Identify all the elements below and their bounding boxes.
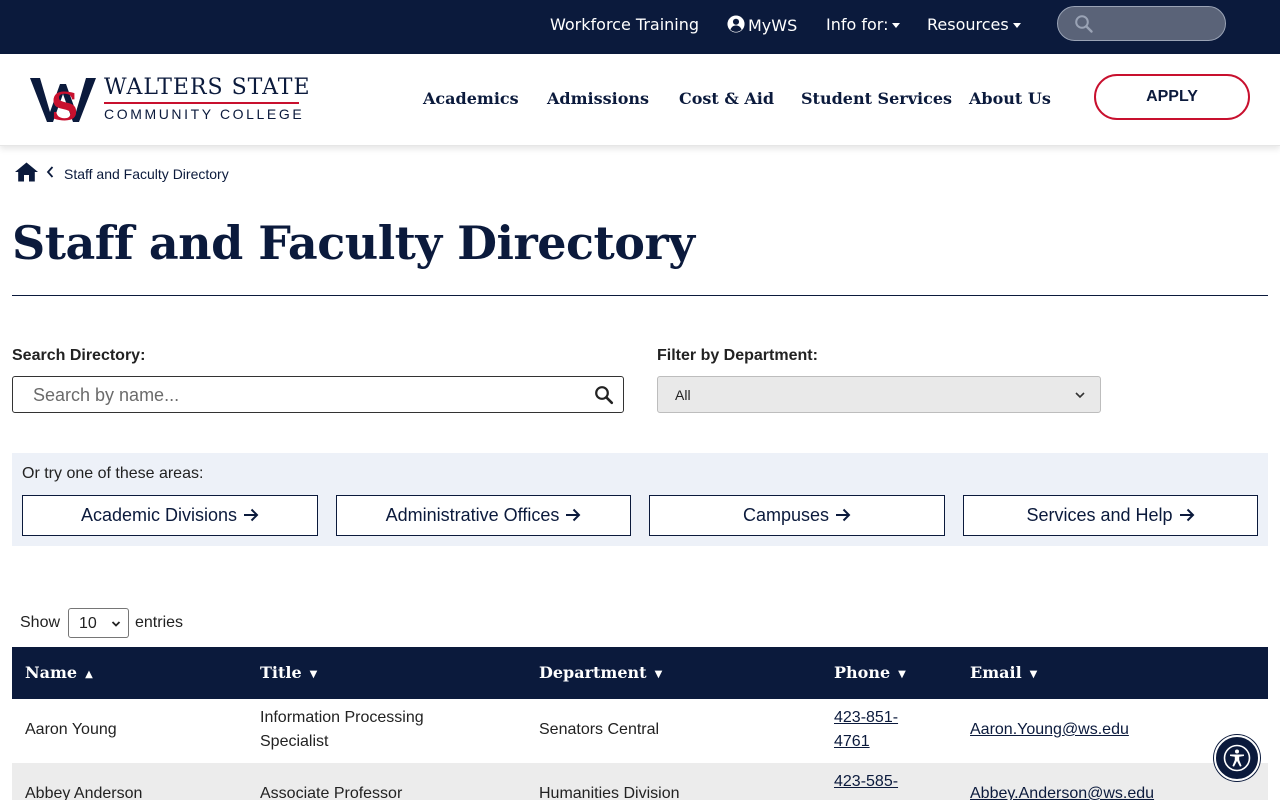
- chevron-left-icon: [46, 166, 54, 178]
- myws-link[interactable]: MyWS: [727, 15, 797, 36]
- department-select[interactable]: All: [657, 376, 1101, 413]
- academic-divisions-button[interactable]: Academic Divisions: [22, 495, 318, 536]
- cell-email-link[interactable]: Aaron.Young@ws.edu: [970, 718, 1129, 742]
- cell-department: Senators Central: [539, 721, 660, 738]
- svg-text:S: S: [51, 84, 78, 124]
- cell-title-line: Information Processing: [260, 709, 424, 726]
- academic-divisions-label: Academic Divisions: [80, 505, 238, 525]
- administrative-offices-button[interactable]: Administrative Offices: [336, 495, 631, 536]
- arrow-right-icon: [244, 508, 259, 522]
- entries-per-page-select[interactable]: 10: [68, 608, 129, 638]
- directory-table-header: Name ▲ Title ▼ Department ▼ Phone ▼ Email ▼: [12, 647, 1268, 699]
- column-header-title[interactable]: Title ▼: [260, 663, 317, 685]
- directory-search-input[interactable]: [33, 383, 573, 407]
- nav-about-us[interactable]: About Us: [969, 89, 1051, 109]
- sort-ascending-icon: ▲: [85, 669, 93, 680]
- arrow-right-icon: [566, 508, 581, 522]
- administrative-offices-label: Administrative Offices: [385, 505, 560, 525]
- entries-label: entries: [135, 614, 184, 631]
- caret-down-icon: [1012, 23, 1021, 28]
- sort-descending-icon: ▼: [898, 669, 906, 680]
- column-header-name[interactable]: Name ▲: [25, 663, 93, 685]
- show-label: Show: [20, 614, 61, 631]
- campuses-label: Campuses: [742, 505, 830, 525]
- user-circle-icon: [727, 15, 745, 33]
- workforce-training-link[interactable]: Workforce Training: [550, 15, 699, 35]
- services-and-help-label: Services and Help: [1026, 505, 1173, 525]
- cell-name: Abbey Anderson: [25, 785, 143, 800]
- column-header-email[interactable]: Email ▼: [970, 663, 1037, 685]
- nav-student-services[interactable]: Student Services: [801, 89, 952, 109]
- resources-label: Resources: [927, 15, 1009, 34]
- cell-department: Humanities Division: [539, 785, 680, 800]
- column-header-department[interactable]: Department ▼: [539, 663, 662, 685]
- cell-name: Aaron Young: [25, 721, 117, 738]
- info-for-label: Info for:: [826, 15, 889, 34]
- entries-per-page-value: 10: [79, 615, 97, 632]
- nav-cost-aid[interactable]: Cost & Aid: [679, 89, 774, 109]
- accessibility-icon: [1223, 744, 1251, 772]
- directory-search: [12, 376, 624, 413]
- column-email-label: Email: [970, 663, 1022, 682]
- column-title-label: Title: [260, 663, 302, 682]
- top-search-input[interactable]: [1057, 6, 1226, 41]
- arrow-right-icon: [836, 508, 851, 522]
- cell-phone-line: 423-851-: [834, 709, 899, 726]
- info-for-dropdown[interactable]: Info for:: [826, 15, 901, 35]
- cell-phone-link[interactable]: 423-851- 4761: [834, 706, 898, 754]
- college-logo-icon[interactable]: S: [30, 76, 96, 124]
- table-row: Abbey Anderson Associate Professor Human…: [12, 763, 1268, 800]
- arrow-right-icon: [1179, 508, 1194, 522]
- breadcrumb-current[interactable]: Staff and Faculty Directory: [64, 165, 229, 183]
- college-name: WALTERS STATE: [104, 75, 311, 100]
- logo-divider: [104, 102, 299, 104]
- resources-dropdown[interactable]: Resources: [927, 15, 1021, 35]
- cell-title: Information Processing Specialist: [260, 706, 424, 754]
- quick-areas-panel: Or try one of these areas: Academic Divi…: [12, 453, 1268, 546]
- services-and-help-button[interactable]: Services and Help: [963, 495, 1258, 536]
- campuses-button[interactable]: Campuses: [649, 495, 945, 536]
- cell-title-line: Specialist: [260, 733, 329, 750]
- page-title: Staff and Faculty Directory: [12, 216, 695, 270]
- accessibility-widget-button[interactable]: [1214, 735, 1260, 781]
- search-label: Search Directory:: [12, 347, 146, 364]
- sort-descending-icon: ▼: [1029, 669, 1038, 680]
- department-select-value: All: [675, 387, 691, 403]
- title-divider: [12, 295, 1268, 296]
- cell-title: Associate Professor: [260, 785, 403, 800]
- college-subname: COMMUNITY COLLEGE: [104, 106, 305, 122]
- quick-areas-label: Or try one of these areas:: [22, 465, 204, 482]
- column-phone-label: Phone: [834, 663, 891, 682]
- search-icon: [1075, 15, 1093, 33]
- department-filter-label: Filter by Department:: [657, 347, 818, 364]
- nav-academics[interactable]: Academics: [423, 89, 519, 109]
- chevron-down-icon: [1075, 392, 1085, 399]
- table-row: Aaron Young Information Processing Specia…: [12, 699, 1268, 763]
- myws-label: MyWS: [748, 16, 798, 35]
- column-header-phone[interactable]: Phone ▼: [834, 663, 906, 685]
- caret-down-icon: [892, 23, 901, 28]
- home-icon[interactable]: [15, 162, 38, 182]
- chevron-down-icon: [111, 621, 121, 627]
- cell-email-link[interactable]: Abbey.Anderson@ws.edu: [970, 782, 1154, 800]
- nav-admissions[interactable]: Admissions: [547, 89, 649, 109]
- sort-descending-icon: ▼: [654, 669, 663, 680]
- column-name-label: Name: [25, 663, 78, 682]
- site-header: S WALTERS STATE COMMUNITY COLLEGE Academ…: [0, 54, 1280, 146]
- sort-descending-icon: ▼: [309, 669, 318, 680]
- cell-phone-line: 4761: [834, 733, 870, 750]
- column-department-label: Department: [539, 663, 647, 682]
- utility-bar: Workforce Training MyWS Info for: Resour…: [0, 0, 1280, 54]
- apply-button[interactable]: APPLY: [1094, 74, 1250, 120]
- cell-phone-link[interactable]: 423-585-: [834, 770, 898, 794]
- search-icon[interactable]: [594, 385, 614, 405]
